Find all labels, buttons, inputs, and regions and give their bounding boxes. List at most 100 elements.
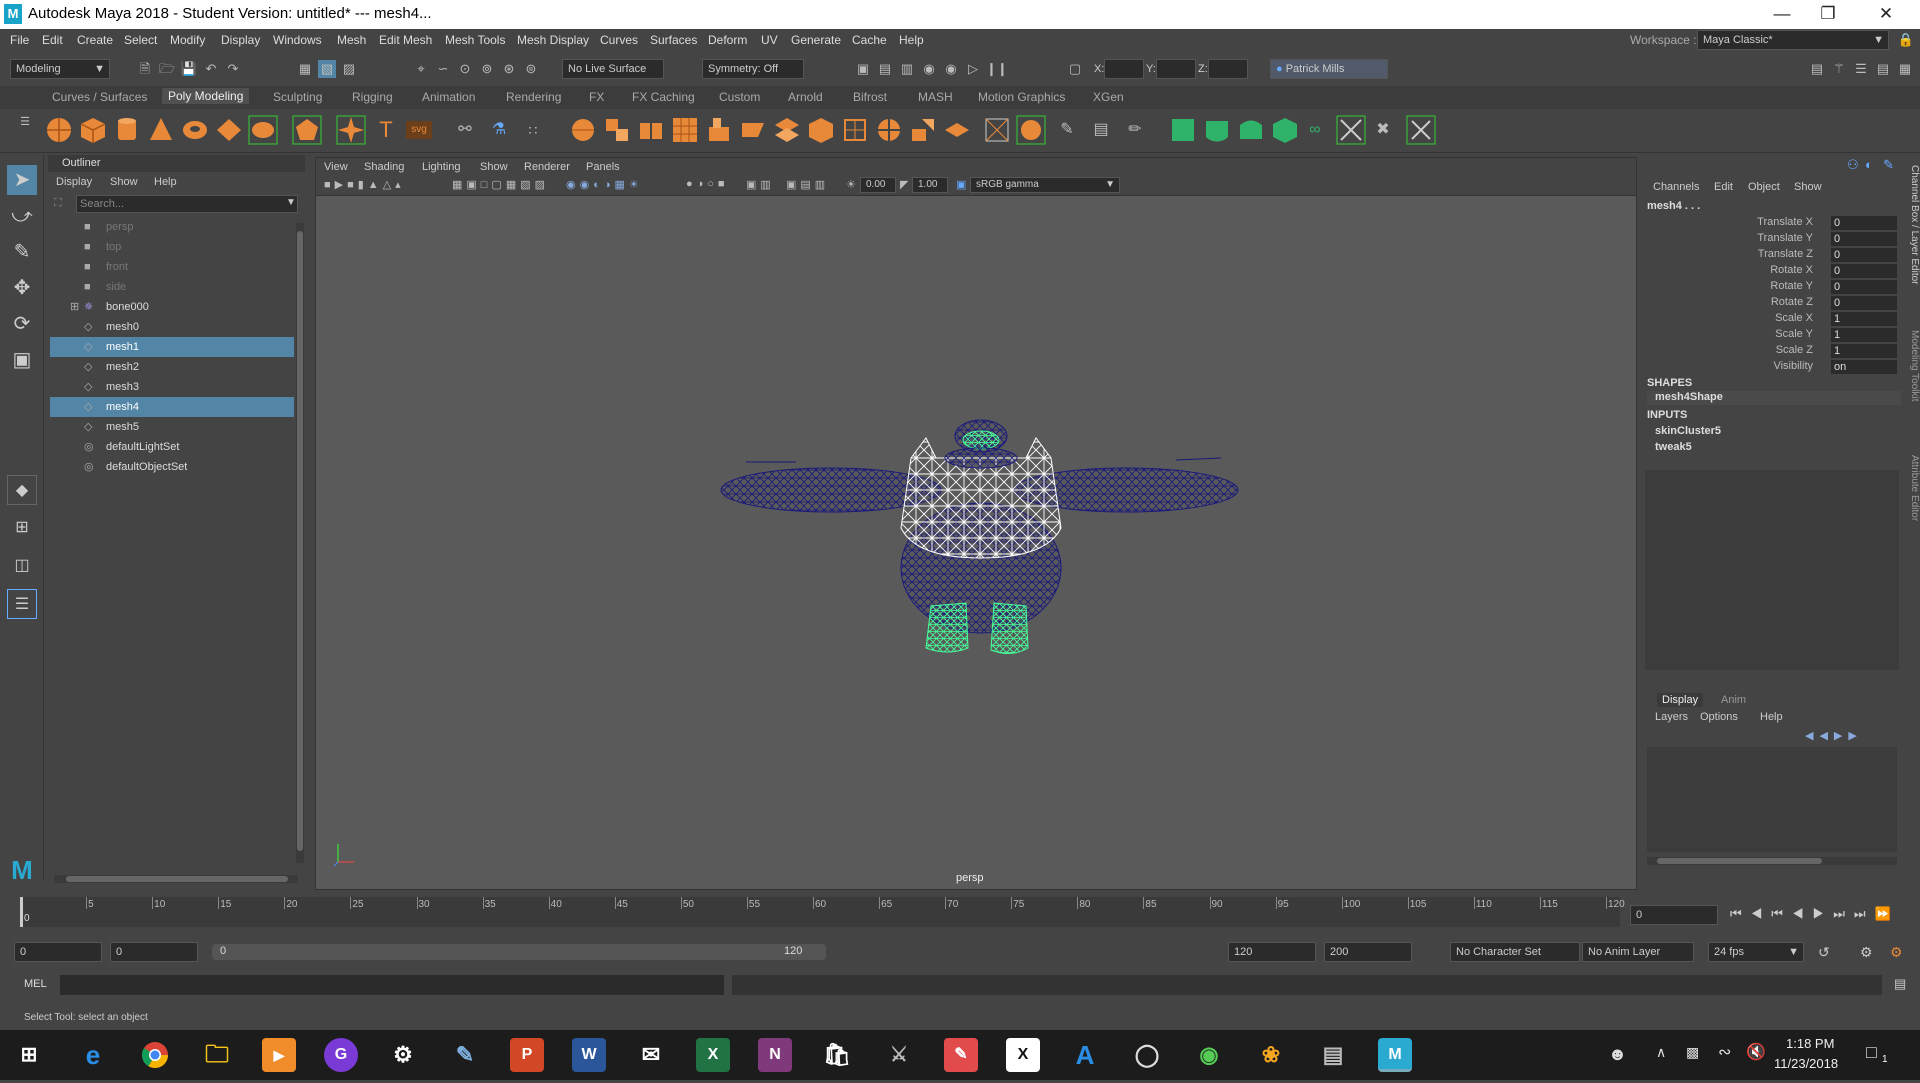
minimize-icon[interactable]: —	[1760, 3, 1804, 25]
uv-snapshot-icon[interactable]	[1336, 115, 1366, 145]
outliner-item-mesh5[interactable]: ◇ mesh5	[50, 417, 294, 437]
z-field[interactable]	[1208, 59, 1248, 79]
menu-display[interactable]: Display	[221, 33, 260, 47]
outliner-item-defaultlightset[interactable]: ◎ defaultLightSet	[50, 437, 294, 457]
extract-icon[interactable]: ∷	[524, 121, 542, 139]
viewport-menu-view[interactable]: View	[324, 161, 348, 173]
menu-deform[interactable]: Deform	[708, 33, 747, 47]
menu-mesh-display[interactable]: Mesh Display	[517, 33, 589, 47]
channel-show-menu[interactable]: Show	[1794, 181, 1822, 193]
shelf-tab-rigging[interactable]: Rigging	[352, 90, 393, 104]
layer-create-icons[interactable]: ◀◀▶▶	[1805, 729, 1863, 742]
chevron-up-icon[interactable]: ∧	[1656, 1044, 1666, 1061]
separate-icon[interactable]: ⚗	[490, 121, 508, 139]
scale-tool-icon[interactable]: ▣	[7, 345, 37, 375]
outliner-item-mesh0[interactable]: ◇ mesh0	[50, 317, 294, 337]
menuset-dropdown[interactable]: Modeling ▼	[10, 59, 110, 79]
menu-curves[interactable]: Curves	[600, 33, 638, 47]
workspace-dropdown[interactable]: Maya Classic* ▼	[1697, 30, 1889, 50]
menu-surfaces[interactable]: Surfaces	[650, 33, 697, 47]
attr-translate-y[interactable]: Translate Y 0	[1645, 232, 1901, 248]
layer-tab-anim[interactable]: Anim	[1721, 694, 1746, 706]
close-icon[interactable]: ✕	[1864, 3, 1908, 25]
target-weld-icon[interactable]	[942, 115, 972, 145]
nvidia-icon[interactable]: ◉	[1192, 1038, 1226, 1072]
rotate-tool-icon[interactable]: ⟳	[7, 309, 37, 339]
file-explorer-icon[interactable]: 🗀	[200, 1038, 234, 1072]
loop-icon[interactable]: ↺	[1818, 944, 1830, 961]
attr-value[interactable]: 1	[1831, 328, 1897, 342]
maya-taskbar-icon[interactable]: M	[1378, 1038, 1412, 1072]
outliner-search-input[interactable]: Search...	[76, 195, 298, 213]
single-pane-layout-icon[interactable]: ◆	[7, 475, 37, 505]
attr-value[interactable]: 0	[1831, 216, 1897, 230]
shelf-tab-fx-caching[interactable]: FX Caching	[632, 90, 695, 104]
multi-cut-icon[interactable]	[874, 115, 904, 145]
user-account-button[interactable]: ● Patrick Mills	[1270, 59, 1388, 79]
attr-rotate-y[interactable]: Rotate Y 0	[1645, 280, 1901, 296]
tool-settings-icon[interactable]: ▤	[1874, 60, 1892, 78]
range-slider[interactable]: 0 120	[212, 944, 826, 960]
outliner-item-front[interactable]: ■ front	[50, 257, 294, 277]
y-field[interactable]	[1156, 59, 1196, 79]
x-field[interactable]	[1104, 59, 1144, 79]
undo-icon[interactable]: ↶	[202, 60, 220, 78]
current-frame-field[interactable]: 0	[1630, 905, 1718, 925]
character-set-dropdown[interactable]: No Character Set	[1450, 942, 1580, 962]
side-tab-attribute-editor[interactable]: Attribute Editor	[1909, 455, 1920, 521]
wedge-icon[interactable]	[1016, 115, 1046, 145]
blender-icon[interactable]: ❀	[1254, 1038, 1288, 1072]
live-surface-field[interactable]: No Live Surface	[562, 59, 664, 79]
menu-help[interactable]: Help	[899, 33, 924, 47]
shelf-tab-bifrost[interactable]: Bifrost	[853, 90, 887, 104]
render-frame-icon[interactable]: ▣	[854, 60, 872, 78]
mail-icon[interactable]: ✉	[634, 1038, 668, 1072]
unfold-icon[interactable]: ✖	[1374, 121, 1392, 139]
script-editor-icon[interactable]: ▤	[1894, 976, 1906, 992]
shelf-tab-custom[interactable]: Custom	[719, 90, 760, 104]
outliner-menu-display[interactable]: Display	[56, 176, 92, 188]
mirror-icon[interactable]	[670, 115, 700, 145]
poly-torus-icon[interactable]	[180, 115, 210, 145]
outliner-layout-icon[interactable]: ☰	[7, 589, 37, 619]
attr-scale-z[interactable]: Scale Z 1	[1645, 344, 1901, 360]
shading-mode-icons[interactable]: ◉◉◐◑▦☀	[566, 178, 643, 191]
attr-value[interactable]: 0	[1831, 280, 1897, 294]
cylindrical-mapping-icon[interactable]	[1202, 115, 1232, 145]
shelf-tab-sculpting[interactable]: Sculpting	[273, 90, 322, 104]
battery-icon[interactable]: ▩	[1686, 1044, 1699, 1061]
gamma-field[interactable]: 1.00	[912, 177, 948, 193]
lock-icon[interactable]: 🔒	[1897, 31, 1915, 49]
move-tool-icon[interactable]: ✥	[7, 273, 37, 303]
word-icon[interactable]: W	[572, 1038, 606, 1072]
new-scene-icon[interactable]: 🗎	[136, 60, 154, 78]
left-foot-mesh[interactable]	[925, 602, 969, 653]
menu-windows[interactable]: Windows	[273, 33, 322, 47]
slide-edge-icon[interactable]: ✎	[1058, 121, 1076, 139]
attr-value[interactable]: 1	[1831, 344, 1897, 358]
attribute-editor-toggle-icon[interactable]: ◐	[1865, 157, 1873, 172]
lasso-tool-icon[interactable]: ⤻	[7, 201, 37, 231]
append-polygon-icon[interactable]	[806, 115, 836, 145]
shelf-tab-fx[interactable]: FX	[589, 90, 604, 104]
select-tool-icon[interactable]: ➤	[7, 165, 37, 195]
open-scene-icon[interactable]: 🗁	[158, 60, 176, 78]
clock-time[interactable]: 1:18 PM	[1786, 1036, 1834, 1051]
attr-value[interactable]: 0	[1831, 232, 1897, 246]
game-app-icon[interactable]: ⚔	[882, 1038, 916, 1072]
ipr-render-icon[interactable]: ▥	[898, 60, 916, 78]
attr-value[interactable]: 0	[1831, 264, 1897, 278]
attribute-editor-icon[interactable]: ☰	[1852, 60, 1870, 78]
symmetry-dropdown[interactable]: Symmetry: Off	[702, 59, 804, 79]
outliner-item-defaultobjectset[interactable]: ◎ defaultObjectSet	[50, 457, 294, 477]
outliner-item-mesh4[interactable]: ◇ mesh4	[50, 397, 294, 417]
extrude-icon[interactable]	[704, 115, 734, 145]
menu-mesh[interactable]: Mesh	[337, 33, 366, 47]
menu-create[interactable]: Create	[77, 33, 113, 47]
boolean-union-icon[interactable]	[602, 115, 632, 145]
right-foot-mesh[interactable]	[990, 602, 1029, 654]
menu-uv[interactable]: UV	[761, 33, 778, 47]
channel-object-menu[interactable]: Object	[1748, 181, 1780, 193]
wifi-icon[interactable]: ∾	[1718, 1042, 1731, 1062]
menu-edit-mesh[interactable]: Edit Mesh	[379, 33, 432, 47]
